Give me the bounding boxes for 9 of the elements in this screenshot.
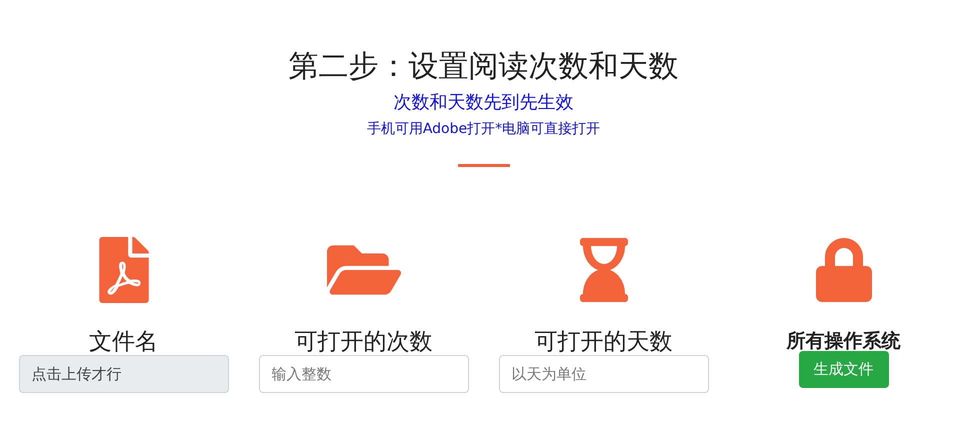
input-field[interactable]: 输入整数 — [258, 355, 468, 393]
note-text: 手机可用Adobe打开*电脑可直接打开 — [366, 120, 600, 138]
input-field[interactable]: 以天为单位 — [498, 355, 708, 393]
subtitle: 次数和天数先到先生效 — [394, 92, 574, 114]
column-heading: 可打开的次数 — [294, 328, 432, 356]
column-heading: 文件名 — [89, 328, 158, 356]
page-title: 第二步：设置阅读次数和天数 — [288, 48, 678, 86]
column-heading: 可打开的天数 — [534, 328, 672, 356]
column-heading: 所有操作系统 — [786, 329, 900, 354]
